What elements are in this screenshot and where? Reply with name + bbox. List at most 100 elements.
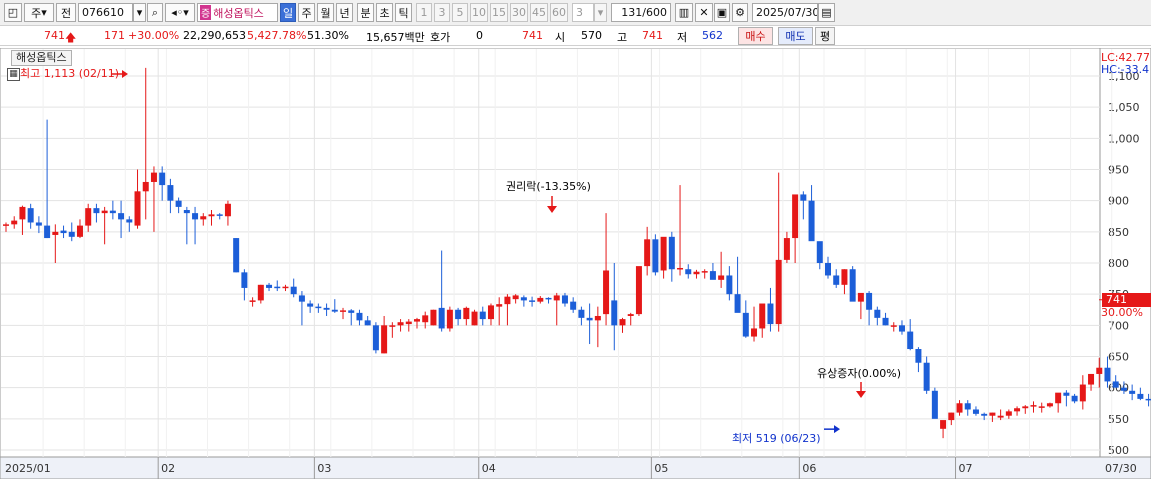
candle-body (792, 194, 799, 239)
period-day-button[interactable]: 일 (280, 3, 296, 22)
stock-code-input[interactable]: 076610 (78, 3, 133, 22)
chevron-down-icon: ▾ (41, 6, 47, 19)
candle-body (282, 286, 289, 289)
candle-body (1096, 367, 1103, 374)
candle-body (660, 236, 667, 271)
interval-10-button[interactable]: 10 (470, 3, 488, 22)
item-kind-dropdown[interactable]: 주 ▾ (24, 3, 54, 22)
candle-body (825, 263, 831, 276)
hc-label: HC:-33.4 (1101, 63, 1149, 76)
period-year-button[interactable]: 년 (336, 3, 353, 22)
interval-1-button[interactable]: 1 (416, 3, 432, 22)
candle-body (60, 230, 67, 234)
x-tick-label: 07/30 (1105, 462, 1137, 475)
candle-body (1079, 384, 1086, 402)
candle-body (553, 295, 560, 301)
turnover-rate: 51.30% (307, 29, 349, 42)
change-rate: +30.00% (128, 29, 180, 42)
candle-body (27, 208, 34, 223)
sell-button[interactable]: 매도 (778, 27, 813, 45)
period-second-button[interactable]: 초 (376, 3, 393, 22)
interval-15-button[interactable]: 15 (490, 3, 508, 22)
interval-60-button[interactable]: 60 (550, 3, 568, 22)
prev-button[interactable]: 전 (56, 3, 76, 22)
candle-body (315, 306, 322, 309)
volume-rate: 5,427.78% (247, 29, 307, 42)
candle-body (1104, 367, 1111, 382)
interval-3-button[interactable]: 3 (434, 3, 450, 22)
price-change: 171 (104, 29, 125, 42)
candle-body (331, 309, 338, 312)
candle-body (578, 309, 585, 318)
hoga-label: 호가 (430, 31, 451, 44)
bar-chart-icon: ▥ (678, 6, 690, 19)
calendar-icon: ▤ (821, 6, 832, 19)
hoga-price: 741 (522, 29, 543, 42)
candle-body (1129, 390, 1136, 394)
candle-body (627, 314, 634, 316)
y-tick-label: 1,000 (1108, 132, 1140, 145)
candle-body (1022, 406, 1029, 409)
buy-button[interactable]: 매수 (738, 27, 773, 45)
candle-body (956, 403, 963, 413)
candle-body (487, 305, 494, 320)
x-tick-label: 02 (161, 462, 175, 475)
chart-settings-icon[interactable]: ▦ (7, 68, 20, 81)
candle-body (751, 328, 758, 337)
x-tick-label: 06 (802, 462, 816, 475)
search-button[interactable]: ⌕ (147, 3, 163, 22)
chart-stock-label[interactable]: 해성옵틱스 (11, 50, 72, 66)
period-week-button[interactable]: 주 (298, 3, 315, 22)
interval-45-button[interactable]: 45 (530, 3, 548, 22)
candle-body (635, 266, 642, 315)
candle-body (652, 239, 659, 273)
period-tick-button[interactable]: 틱 (395, 3, 412, 22)
chevron-down-icon: ▾ (136, 6, 143, 19)
interval-30-button[interactable]: 30 (510, 3, 528, 22)
candle-body (372, 325, 379, 351)
x-tick-label: 04 (482, 462, 496, 475)
save-icon: ▣ (716, 6, 728, 19)
candle-body (68, 231, 75, 237)
data-count-input[interactable]: 131/600 (611, 3, 671, 22)
sound-button[interactable]: ◂◦ ▾ (165, 3, 195, 22)
candle-body (989, 412, 996, 416)
candle-body (512, 295, 519, 300)
candle-body (364, 320, 371, 326)
x-tick-label: 2025/01 (5, 462, 51, 475)
stock-code-dropdown[interactable]: ▾ (133, 3, 146, 22)
settings-button[interactable]: ⚙ (732, 3, 748, 22)
candle-body (85, 208, 92, 226)
candle-body (726, 275, 733, 295)
candle-body (767, 303, 774, 325)
interval-5-button[interactable]: 5 (452, 3, 468, 22)
calendar-button[interactable]: ▤ (818, 3, 835, 22)
candle-body (907, 331, 914, 350)
candle-body (249, 300, 256, 302)
y-tick-label: 1,050 (1108, 101, 1140, 114)
chart-svg: 5005506006507007508008509009501,0001,050… (0, 48, 1151, 479)
y-tick-label: 650 (1108, 351, 1129, 364)
candle-body (1005, 411, 1012, 416)
open-label: 시 (555, 31, 566, 44)
drawing-tool-button[interactable]: ✕ (695, 3, 713, 22)
add-indicator-button[interactable]: ▥ (675, 3, 693, 22)
save-button[interactable]: ▣ (714, 3, 730, 22)
period-month-button[interactable]: 월 (317, 3, 334, 22)
y-tick-label: 850 (1108, 226, 1129, 239)
candle-body (775, 259, 782, 325)
stock-name-field[interactable]: 증 해성옵틱스 (197, 3, 278, 22)
candlestick-chart[interactable]: 5005506006507007508008509009501,0001,050… (0, 48, 1151, 479)
date-input[interactable]: 2025/07/30 (752, 3, 818, 22)
candle-body (915, 349, 922, 363)
interval-value-dropdown[interactable]: ▾ (594, 3, 607, 22)
candle-body (742, 312, 749, 337)
x-tick-label: 03 (317, 462, 331, 475)
eval-button[interactable]: 평 (815, 27, 835, 45)
event-rights-offering: 유상증자(0.00%) (817, 367, 902, 380)
period-minute-button[interactable]: 분 (357, 3, 374, 22)
interval-value-input[interactable]: 3 (572, 3, 594, 22)
window-menu-button[interactable]: ◰ (4, 3, 22, 22)
event-ex-rights: 권리락(-13.35%) (506, 180, 591, 193)
candle-body (134, 191, 141, 226)
